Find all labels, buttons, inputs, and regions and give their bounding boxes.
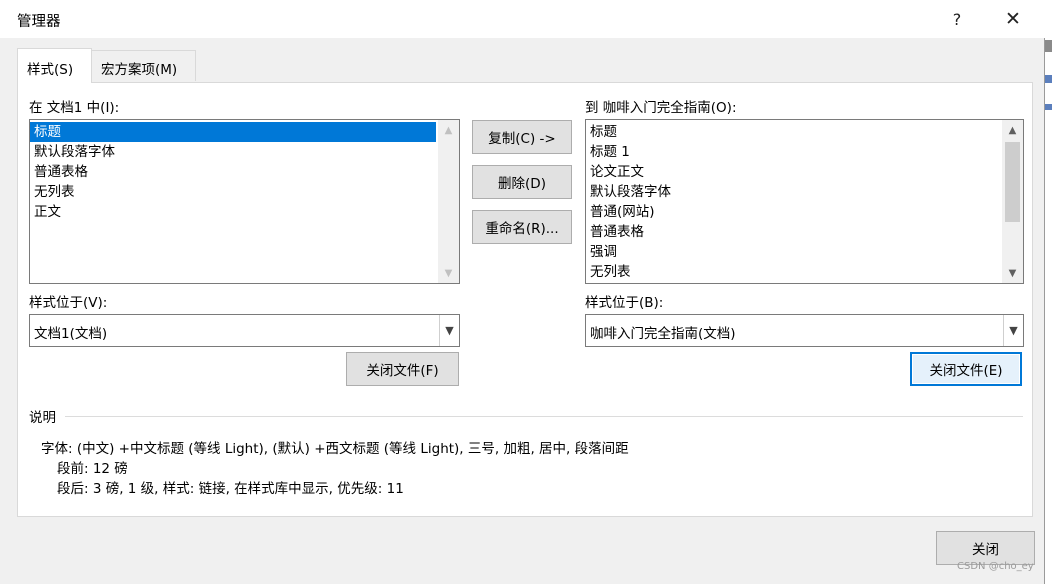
help-button[interactable]: ? [934, 0, 980, 38]
left-list-item[interactable]: 标题 [30, 122, 436, 142]
manager-dialog: 管理器 ? ✕ 样式(S) 宏方案项(M) 在 文档1 中(I): 标题 默认段落… [0, 0, 1045, 584]
delete-button[interactable]: 删除(D) [472, 165, 572, 199]
right-list-item[interactable]: 强调 [586, 242, 1000, 262]
description-header: 说明 [29, 410, 56, 426]
chevron-up-icon[interactable]: ▲ [438, 120, 459, 140]
dialog-title: 管理器 [17, 14, 61, 30]
title-bar: 管理器 ? ✕ [0, 0, 1045, 38]
left-location-value: 文档1(文档) [34, 326, 108, 342]
watermark: CSDN @cho_ey [957, 561, 1034, 572]
close-window-button[interactable]: ✕ [990, 0, 1036, 38]
tab-macro-project-items[interactable]: 宏方案项(M) [91, 50, 196, 81]
left-list-item[interactable]: 正文 [30, 202, 436, 222]
right-list-item[interactable]: 默认段落字体 [586, 182, 1000, 202]
right-list-label: 到 咖啡入门完全指南(O): [585, 100, 737, 116]
left-close-file-button[interactable]: 关闭文件(F) [346, 352, 459, 386]
copy-button[interactable]: 复制(C) -> [472, 120, 572, 154]
tab-styles-label: 样式(S) [27, 62, 74, 78]
right-list-item[interactable]: 普通表格 [586, 222, 1000, 242]
right-location-select[interactable]: 咖啡入门完全指南(文档) ▼ [585, 314, 1024, 347]
left-list-item[interactable]: 无列表 [30, 182, 436, 202]
description-divider [65, 416, 1023, 417]
right-list-item[interactable]: 无列表 [586, 262, 1000, 282]
left-list-scrollbar[interactable]: ▲ ▼ [438, 120, 459, 283]
left-location-label: 样式位于(V): [29, 295, 108, 311]
tab-styles[interactable]: 样式(S) [17, 48, 92, 83]
chevron-down-icon[interactable]: ▼ [1002, 263, 1023, 283]
background-window-edge [1045, 0, 1052, 584]
right-location-label: 样式位于(B): [585, 295, 664, 311]
chevron-down-icon[interactable]: ▼ [1003, 315, 1023, 346]
left-list-item[interactable]: 普通表格 [30, 162, 436, 182]
right-styles-list[interactable]: 标题 标题 1 论文正文 默认段落字体 普通(网站) 普通表格 强调 无列表 ▲ ▼ [585, 119, 1024, 284]
right-list-scrollbar[interactable]: ▲ ▼ [1002, 120, 1023, 283]
rename-button[interactable]: 重命名(R)... [472, 210, 572, 244]
close-dialog-button[interactable]: 关闭 [936, 531, 1035, 565]
right-list-item[interactable]: 标题 1 [586, 142, 1000, 162]
description-line-space-after: 段后: 3 磅, 1 级, 样式: 链接, 在样式库中显示, 优先级: 11 [57, 481, 404, 497]
left-styles-list[interactable]: 标题 默认段落字体 普通表格 无列表 正文 ▲ ▼ [29, 119, 460, 284]
description-line-space-before: 段前: 12 磅 [57, 461, 128, 477]
right-close-file-button[interactable]: 关闭文件(E) [910, 352, 1022, 386]
left-list-item[interactable]: 默认段落字体 [30, 142, 436, 162]
right-location-value: 咖啡入门完全指南(文档) [590, 326, 736, 342]
left-list-label: 在 文档1 中(I): [29, 100, 120, 116]
chevron-down-icon[interactable]: ▼ [439, 315, 459, 346]
right-list-item[interactable]: 标题 [586, 122, 1000, 142]
chevron-down-icon[interactable]: ▼ [438, 263, 459, 283]
scrollbar-thumb[interactable] [1005, 142, 1020, 222]
description-line-font: 字体: (中文) +中文标题 (等线 Light), (默认) +西文标题 (等… [41, 441, 629, 457]
chevron-up-icon[interactable]: ▲ [1002, 120, 1023, 140]
left-location-select[interactable]: 文档1(文档) ▼ [29, 314, 460, 347]
right-list-item[interactable]: 普通(网站) [586, 202, 1000, 222]
right-list-item[interactable]: 论文正文 [586, 162, 1000, 182]
tab-macros-label: 宏方案项(M) [101, 62, 178, 78]
